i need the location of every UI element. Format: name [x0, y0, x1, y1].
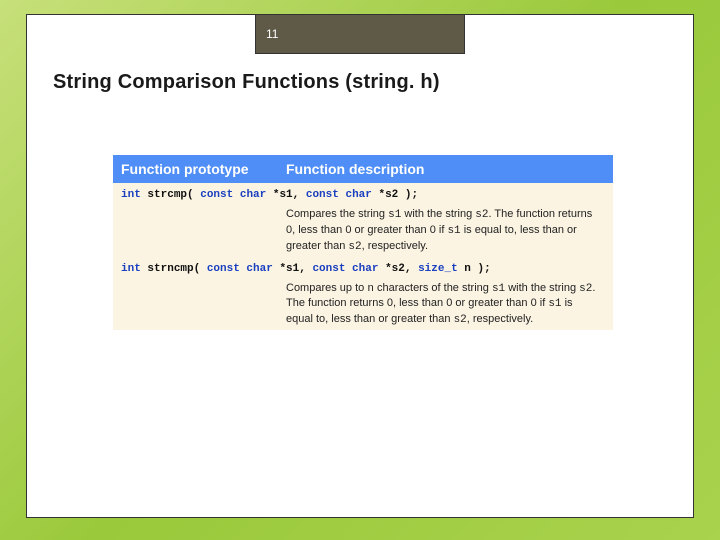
- function-prototype: int strncmp( const char *s1, const char …: [121, 263, 605, 275]
- table-row: int strcmp( const char *s1, const char *…: [113, 183, 613, 257]
- function-description: Compares the string s1 with the string s…: [286, 207, 605, 255]
- slide-stage: 11 String Comparison Functions (string. …: [0, 0, 720, 540]
- function-prototype: int strcmp( const char *s1, const char *…: [121, 189, 605, 201]
- slide-card: 11 String Comparison Functions (string. …: [26, 14, 694, 518]
- table-header: Function prototype Function description: [113, 155, 613, 183]
- table-row: int strncmp( const char *s1, const char …: [113, 257, 613, 331]
- table-header-prototype: Function prototype: [121, 161, 286, 177]
- function-description: Compares up to n characters of the strin…: [286, 281, 605, 329]
- slide-number: 11: [266, 27, 278, 41]
- function-table: Function prototype Function description …: [113, 155, 613, 330]
- table-header-description: Function description: [286, 161, 605, 177]
- slide-number-band: 11: [255, 14, 465, 54]
- slide-heading: String Comparison Functions (string. h): [53, 71, 440, 94]
